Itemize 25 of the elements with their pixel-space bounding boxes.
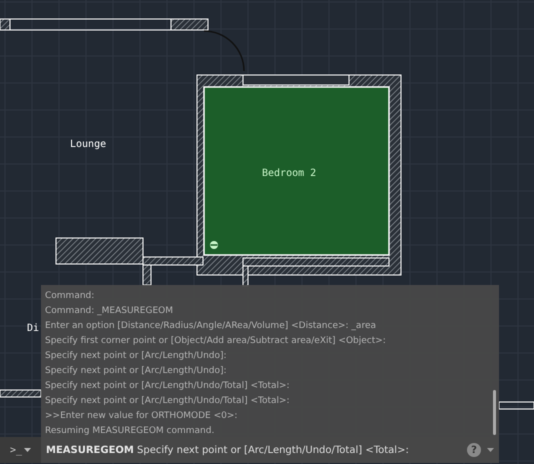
history-line: >>Enter new value for ORTHOMODE <0>: [45,410,238,423]
help-button[interactable]: ? [467,443,481,457]
window-frame [498,402,534,410]
wall-segment [0,390,42,398]
history-line: Command: _MEASUREGEOM [45,305,174,318]
history-line: Specify next point or [Arc/Length/Undo/Total] <Total>: [45,380,291,393]
wall-segment [0,18,10,30]
history-line: Specify next point or [Arc/Length/Undo]: [45,350,228,363]
command-input-field[interactable]: MEASUREGEOM Specify next point or [Arc/Length/Undo/Total] <Total>: ? [41,437,499,463]
history-line: Specify next point or [Arc/Length/Undo/Total] <Total>: [45,395,291,408]
history-line: Enter an option [Distance/Radius/Angle/ARea/Volume] <Distance>: _area [45,320,378,333]
history-line: Specify first corner point or [Object/Add area/Subtract area/eXit] <Object>: [45,335,387,348]
scrollbar[interactable] [493,390,496,435]
cursor-marker-icon [210,241,218,249]
history-line: Resuming MEASUREGEOM command. [45,425,216,438]
room-label: Di [27,323,40,334]
room-label: Lounge [70,139,106,150]
door-swing-arc [204,30,245,72]
history-line: Specify next point or [Arc/Length/Undo]: [45,365,228,378]
command-prompt: MEASUREGEOM Specify next point or [Arc/Length/Undo/Total] <Total>: [46,444,410,456]
history-line: Command: [45,290,96,303]
caret-icon [24,448,32,452]
room-label: Bedroom 2 [262,168,316,179]
wall-segment [170,18,208,30]
caret-icon[interactable] [487,448,494,452]
